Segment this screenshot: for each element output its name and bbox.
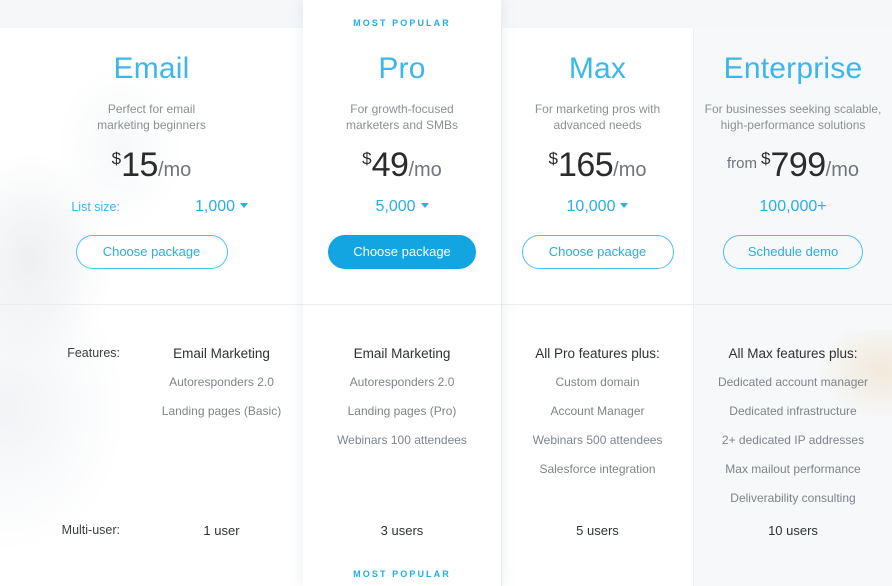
plan-price-email-amount: 15 (121, 146, 158, 184)
features-list-max: All Pro features plus: Custom domain Acc… (501, 339, 694, 484)
list-size-value-max: 10,000 (566, 198, 616, 215)
plan-name-pro: Pro (378, 52, 426, 85)
most-popular-badge-top: MOST POPULAR (353, 18, 451, 28)
features-heading-email: Email Marketing (173, 346, 270, 361)
list-size-value-email: 1,000 (194, 198, 236, 215)
feature-item: Custom domain (555, 375, 640, 389)
plan-description-enterprise: For businesses seeking scalable, high-pe… (694, 101, 892, 133)
features-heading-max: All Pro features plus: (535, 346, 660, 361)
plan-price-max-period: /mo (613, 159, 647, 181)
plan-description-max: For marketing pros with advanced needs (501, 101, 694, 133)
plan-price-enterprise-amount: 799 (770, 146, 826, 184)
plan-name-enterprise: Enterprise (723, 52, 863, 85)
list-size-selector-pro[interactable]: 5,000 (303, 198, 501, 216)
most-popular-badge-bottom: MOST POPULAR (353, 569, 451, 579)
cta-wrap-pro: Choose package (303, 235, 501, 269)
plan-price-enterprise: from $799/mo (694, 148, 892, 182)
feature-item: Webinars 100 attendees (337, 433, 467, 447)
plan-price-email: $15/mo (0, 148, 303, 182)
plan-price-pro-period: /mo (408, 159, 442, 181)
plan-price-email-period: /mo (157, 159, 192, 181)
plan-price-pro-amount: 49 (371, 146, 409, 184)
feature-item: Autoresponders 2.0 (169, 375, 274, 389)
multi-user-value-email: 1 user (203, 523, 240, 538)
plan-price-email-currency: $ (111, 149, 122, 168)
features-label: Features: (67, 346, 120, 360)
plan-price-pro: $49/mo (303, 148, 501, 182)
multi-user-value-max: 5 users (576, 523, 619, 538)
plan-price-pro-currency: $ (362, 149, 372, 168)
features-heading-enterprise: All Max features plus: (728, 346, 858, 361)
cta-wrap-enterprise: Schedule demo (694, 235, 892, 269)
plan-name-email: Email (113, 52, 190, 85)
feature-item: 2+ dedicated IP addresses (721, 433, 865, 447)
choose-package-button-email[interactable]: Choose package (75, 235, 228, 269)
plan-description-email: Perfect for email marketing beginners (0, 101, 303, 133)
feature-item: Salesforce integration (539, 462, 656, 476)
feature-item: Autoresponders 2.0 (349, 375, 455, 389)
plan-description-max-line1: For marketing pros with (534, 102, 661, 116)
feature-item: Dedicated infrastructure (729, 404, 857, 418)
feature-item: Landing pages (Basic) (161, 404, 282, 418)
features-list-pro: Email Marketing Autoresponders 2.0 Landi… (303, 339, 501, 455)
plan-price-max-amount: 165 (557, 146, 614, 184)
plan-description-pro-line1: For growth-focused (350, 102, 454, 116)
plan-description-email-line2: marketing beginners (97, 118, 206, 132)
choose-package-button-pro[interactable]: Choose package (328, 235, 476, 269)
plan-name-max: Max (568, 52, 627, 85)
feature-item: Account Manager (550, 404, 645, 418)
plan-description-max-line2: advanced needs (553, 118, 642, 132)
plan-price-max-currency: $ (548, 149, 558, 168)
plan-price-enterprise-prefix: from (726, 155, 757, 172)
list-size-selector-email[interactable]: 1,000 (140, 198, 303, 216)
multi-user-value-enterprise: 10 users (768, 523, 818, 538)
features-heading-pro: Email Marketing (353, 346, 451, 361)
list-size-label: List size: (71, 200, 120, 214)
chevron-down-icon (240, 203, 249, 208)
feature-item: Max mailout performance (725, 462, 861, 476)
list-size-value-pro: 5,000 (375, 198, 416, 215)
pricing-table: MOST POPULAR Email Pro Max Enterprise Pe… (0, 0, 892, 586)
multi-user-label: Multi-user: (61, 523, 120, 537)
plan-description-pro: For growth-focused marketers and SMBs (303, 101, 501, 133)
multi-user-value-pro: 3 users (380, 523, 424, 538)
feature-item: Deliverability consulting (730, 491, 856, 505)
cta-wrap-email: Choose package (0, 235, 303, 269)
list-size-value-enterprise-wrap: 100,000+ (694, 198, 892, 216)
chevron-down-icon (420, 203, 429, 208)
choose-package-button-max[interactable]: Choose package (521, 235, 674, 269)
plan-description-enterprise-line2: high-performance solutions (720, 118, 866, 132)
plan-price-max: $165/mo (501, 148, 694, 182)
features-list-enterprise: All Max features plus: Dedicated account… (694, 339, 892, 513)
chevron-down-icon (620, 203, 629, 208)
features-list-email: Email Marketing Autoresponders 2.0 Landi… (140, 339, 303, 426)
plan-description-email-line1: Perfect for email (107, 102, 196, 116)
list-size-value-enterprise: 100,000+ (759, 198, 827, 215)
feature-item: Landing pages (Pro) (347, 404, 457, 418)
feature-item: Dedicated account manager (717, 375, 869, 389)
schedule-demo-button-enterprise[interactable]: Schedule demo (723, 235, 863, 269)
pricing-content-layer: MOST POPULAR Email Pro Max Enterprise Pe… (0, 0, 892, 586)
cta-wrap-max: Choose package (501, 235, 694, 269)
list-size-selector-max[interactable]: 10,000 (501, 198, 694, 216)
plan-price-enterprise-period: /mo (825, 159, 860, 181)
plan-description-enterprise-line1: For businesses seeking scalable, (704, 102, 882, 116)
plan-description-pro-line2: marketers and SMBs (345, 118, 459, 132)
feature-item: Webinars 500 attendees (532, 433, 663, 447)
